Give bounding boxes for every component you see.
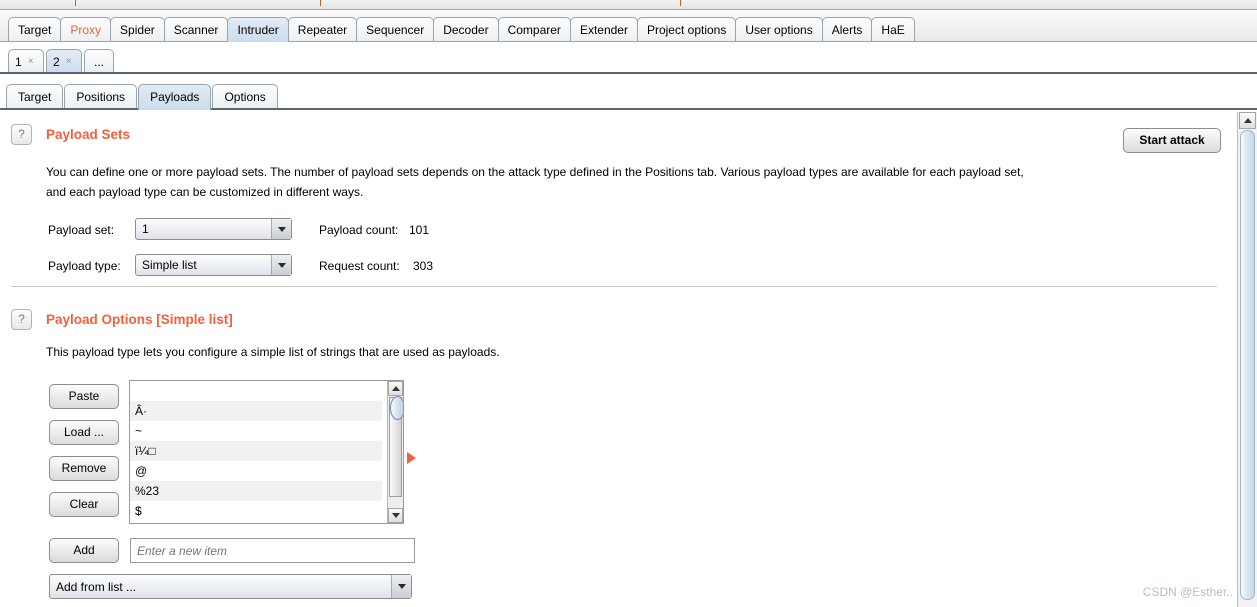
add-from-list-value: Add from list ... xyxy=(56,579,137,594)
attack-tab-1[interactable]: 1 × xyxy=(8,49,44,74)
main-tab-alerts[interactable]: Alerts xyxy=(821,17,873,42)
main-tab-extender[interactable]: Extender xyxy=(569,17,638,42)
payload-set-label: Payload set: xyxy=(48,223,115,237)
main-tab-intruder[interactable]: Intruder xyxy=(227,17,289,42)
attack-tab-moremoremore[interactable]: ... xyxy=(84,49,114,74)
sub-tab-payloads[interactable]: Payloads xyxy=(138,84,212,110)
scroll-up-icon[interactable] xyxy=(388,381,403,396)
main-tab-decoder[interactable]: Decoder xyxy=(433,17,499,42)
main-tab-project-options[interactable]: Project options xyxy=(636,17,737,42)
sub-tab-options[interactable]: Options xyxy=(212,84,278,110)
main-tab-repeater[interactable]: Repeater xyxy=(287,17,358,42)
remove-button[interactable]: Remove xyxy=(49,456,119,481)
payload-sets-help-icon[interactable]: ? xyxy=(11,124,32,145)
payload-list-item[interactable]: $ xyxy=(130,501,382,521)
main-tab-scanner[interactable]: Scanner xyxy=(163,17,229,42)
sub-tab-target[interactable]: Target xyxy=(6,84,64,110)
attack-tab-label: 1 xyxy=(15,55,22,69)
panel-scroll-thumb[interactable] xyxy=(1240,130,1255,600)
payload-type-label: Payload type: xyxy=(48,259,121,273)
payload-sets-description-line2: and each payload type can be customized … xyxy=(46,185,364,199)
attack-tab-label: 2 xyxy=(53,55,60,69)
add-item-input[interactable] xyxy=(130,538,415,563)
attack-tab-label: ... xyxy=(93,55,104,69)
paste-button[interactable]: Paste xyxy=(49,384,119,409)
chevron-down-icon[interactable] xyxy=(271,219,291,239)
payload-list-item[interactable]: ~ xyxy=(130,421,382,441)
payload-list[interactable]: Â· ~ ï¼□ @ %23 $ xyxy=(129,380,404,524)
payload-set-value: 1 xyxy=(142,222,149,236)
payload-list-item[interactable] xyxy=(130,381,382,401)
payload-set-select[interactable]: 1 xyxy=(135,218,292,240)
main-tab-bar: Target Proxy Spider Scanner Intruder Repeater… xyxy=(0,10,1257,42)
payload-list-scrollbar[interactable] xyxy=(387,381,403,523)
close-icon[interactable]: × xyxy=(66,57,72,67)
scroll-down-icon[interactable] xyxy=(388,508,403,523)
attack-tabs-row: 1 × 2 ×... xyxy=(8,49,116,74)
attack-tab-bar: 1 × 2 ×... xyxy=(0,42,1257,74)
main-tab-user-options[interactable]: User options xyxy=(735,17,823,42)
payload-sets-description-line1: You can define one or more payload sets.… xyxy=(46,165,1024,179)
main-tab-target[interactable]: Target xyxy=(8,17,62,42)
sub-tab-positions[interactable]: Positions xyxy=(64,84,138,110)
payload-options-help-icon[interactable]: ? xyxy=(11,309,32,330)
payload-count-label: Payload count: xyxy=(319,223,399,237)
payload-list-item[interactable]: %23 xyxy=(130,481,382,501)
watermark-text: CSDN @Esther.. xyxy=(1142,585,1233,599)
payload-list-rows: Â· ~ ï¼□ @ %23 $ xyxy=(130,381,382,521)
payload-options-title: Payload Options [Simple list] xyxy=(46,312,233,327)
main-tab-hae[interactable]: HaE xyxy=(871,17,915,42)
start-attack-button[interactable]: Start attack xyxy=(1123,128,1221,153)
main-tab-proxy[interactable]: Proxy xyxy=(60,17,112,42)
add-button[interactable]: Add xyxy=(49,538,119,563)
payload-list-scroll-thumb[interactable] xyxy=(389,396,403,497)
payload-count-value: 101 xyxy=(409,223,430,237)
request-count-value: 303 xyxy=(413,259,434,273)
section-divider xyxy=(12,286,1217,287)
chevron-down-icon[interactable] xyxy=(271,255,291,275)
intruder-sub-tabs-row: Target Positions Payloads Options xyxy=(6,84,279,110)
payload-list-marker-icon xyxy=(407,452,416,464)
main-tab-comparer[interactable]: Comparer xyxy=(497,17,571,42)
load-button[interactable]: Load ... xyxy=(49,420,119,445)
main-tabs-row: Target Proxy Spider Scanner Intruder Repeater… xyxy=(8,17,915,42)
payload-options-description: This payload type lets you configure a s… xyxy=(46,345,500,359)
payloads-panel: Start attack ? Payload Sets You can defi… xyxy=(0,112,1237,607)
chevron-down-icon[interactable] xyxy=(391,575,411,598)
clear-button[interactable]: Clear xyxy=(49,492,119,517)
burp-suite-window: Target Proxy Spider Scanner Intruder Repeater… xyxy=(0,0,1257,607)
top-cutoff-strip xyxy=(0,0,1257,10)
add-from-list-select[interactable]: Add from list ... xyxy=(49,574,412,599)
request-count-label: Request count: xyxy=(319,259,400,273)
panel-scrollbar[interactable] xyxy=(1237,112,1257,607)
attack-tab-2[interactable]: 2 × xyxy=(46,49,82,74)
payload-sets-title: Payload Sets xyxy=(46,127,131,142)
close-icon[interactable]: × xyxy=(28,57,34,67)
scroll-up-icon[interactable] xyxy=(1239,112,1256,129)
payload-list-item[interactable]: @ xyxy=(130,461,382,481)
payload-list-item[interactable]: Â· xyxy=(130,401,382,421)
payload-list-item[interactable]: ï¼□ xyxy=(130,441,382,461)
main-tab-sequencer[interactable]: Sequencer xyxy=(356,17,435,42)
scroll-thumb-knob xyxy=(390,396,403,420)
main-tab-spider[interactable]: Spider xyxy=(110,17,165,42)
payload-type-select[interactable]: Simple list xyxy=(135,254,292,276)
intruder-sub-tab-bar: Target Positions Payloads Options xyxy=(0,78,1257,110)
payload-type-value: Simple list xyxy=(142,258,197,272)
